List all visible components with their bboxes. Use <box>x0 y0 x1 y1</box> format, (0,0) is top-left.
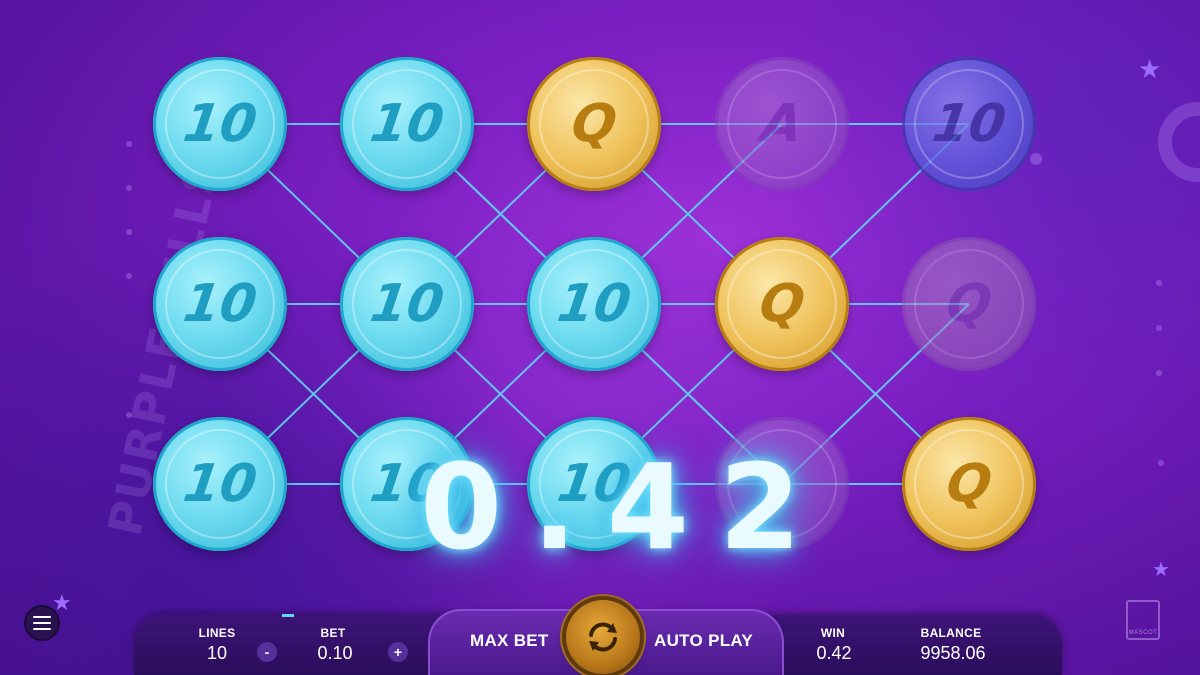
balance-label: BALANCE <box>920 626 982 640</box>
lines-decrease-button[interactable]: - <box>257 642 277 662</box>
bet-value: 0.10 <box>317 643 353 663</box>
bet-increase-button[interactable]: + <box>388 642 408 662</box>
bet-indicator <box>282 614 294 617</box>
win-amount-display: 0.42 <box>420 438 832 576</box>
reel-symbol: 10 <box>153 417 287 551</box>
bet-label: BET <box>320 626 346 640</box>
win-label: WIN <box>820 626 846 640</box>
symbol-label: 10 <box>179 94 261 154</box>
max-bet-button[interactable]: MAX BET <box>470 631 549 651</box>
auto-play-button[interactable]: AUTO PLAY <box>654 631 753 651</box>
symbol-label: Q <box>942 454 996 514</box>
reel-symbol: 10 <box>340 57 474 191</box>
symbol-label: Q <box>755 274 809 334</box>
win-value: 0.42 <box>816 643 852 663</box>
reel-symbol: A <box>715 57 849 191</box>
symbol-label: Q <box>567 94 621 154</box>
reel-symbol: Q <box>902 237 1036 371</box>
refresh-spin-icon <box>589 622 617 652</box>
symbol-label: A <box>757 94 807 154</box>
lines-value: 10 <box>206 643 228 663</box>
symbol-label: 10 <box>928 94 1010 154</box>
hamburger-menu-icon[interactable] <box>24 605 60 641</box>
symbol-label: 10 <box>366 274 448 334</box>
reel-symbol: 10 <box>527 237 661 371</box>
reel-symbol: Q <box>902 417 1036 551</box>
lines-label: LINES <box>198 626 236 640</box>
reel-symbol: Q <box>527 57 661 191</box>
reel-symbol: 10 <box>153 57 287 191</box>
symbol-label: 10 <box>179 454 261 514</box>
reel-symbol: 10 <box>153 237 287 371</box>
reel-symbol: Q <box>715 237 849 371</box>
balance-value: 9958.06 <box>920 643 986 663</box>
reel-symbol: 10 <box>340 237 474 371</box>
symbol-label: 10 <box>366 94 448 154</box>
symbol-label: Q <box>942 274 996 334</box>
symbol-label: 10 <box>179 274 261 334</box>
reel-symbol: 10 <box>902 57 1036 191</box>
spin-button[interactable] <box>566 600 640 674</box>
provider-logo: MASCOT <box>1126 600 1160 640</box>
symbol-label: 10 <box>553 274 635 334</box>
